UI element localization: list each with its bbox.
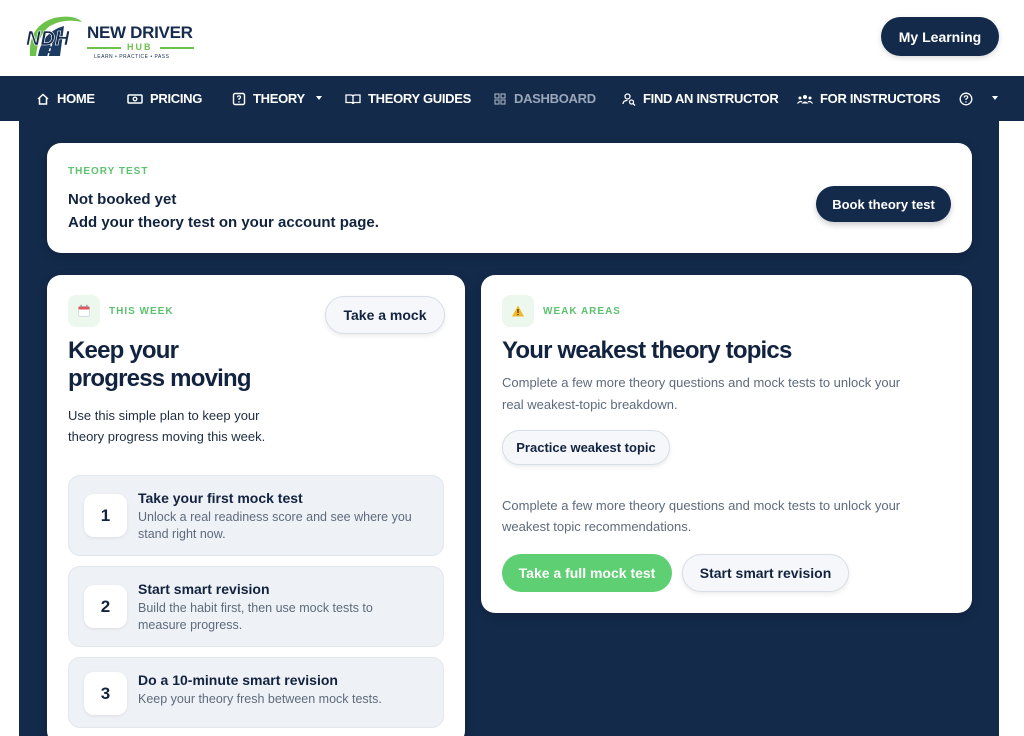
group-icon	[797, 92, 813, 106]
theory-test-status: Not booked yet	[68, 191, 177, 208]
help-dropdown-icon[interactable]	[992, 96, 998, 100]
logo-hub: HUB	[87, 42, 194, 53]
step-desc-line1: Keep your theory fresh between mock test…	[138, 692, 382, 706]
nav-pricing[interactable]: PRICING	[127, 76, 202, 121]
home-icon	[36, 92, 50, 106]
person-search-icon	[622, 92, 636, 106]
nav-theory-guides[interactable]: THEORY GUIDES	[345, 76, 471, 121]
my-learning-button[interactable]: My Learning	[881, 17, 999, 56]
grid-icon	[493, 92, 507, 106]
weak-areas-desc2-line2: weakest topic recommendations.	[502, 519, 692, 534]
weak-areas-title: Your weakest theory topics	[502, 337, 792, 364]
theory-test-card: THEORY TEST Not booked yet Add your theo…	[47, 143, 972, 253]
this-week-desc-line2: theory progress moving this week.	[68, 429, 266, 444]
main-nav: HOME PRICING THEORY THEORY GUIDES DASHBO…	[0, 76, 1024, 121]
help-icon	[959, 92, 973, 106]
step-desc-line2: measure progress.	[138, 618, 243, 632]
start-smart-revision-button[interactable]: Start smart revision	[682, 554, 849, 592]
plan-step-1[interactable]: 1 Take your first mock test Unlock a rea…	[68, 475, 444, 556]
step-title: Take your first mock test	[138, 490, 303, 506]
step-desc-line1: Build the habit first, then use mock tes…	[138, 601, 373, 615]
step-title: Do a 10-minute smart revision	[138, 672, 338, 688]
weak-areas-card: WEAK AREAS Your weakest theory topics Co…	[481, 275, 972, 613]
step-desc-line1: Unlock a real readiness score and see wh…	[138, 510, 412, 524]
site-header: NDH NEW DRIVER HUB LEARN • PRACTICE • PA…	[0, 0, 1024, 76]
book-theory-test-button[interactable]: Book theory test	[816, 186, 951, 222]
nav-theory[interactable]: THEORY	[232, 76, 305, 121]
logo-title: NEW DRIVER	[87, 23, 193, 42]
calendar-icon	[68, 295, 100, 327]
theory-test-message: Add your theory test on your account pag…	[68, 214, 379, 231]
svg-text:NDH: NDH	[26, 28, 70, 50]
logo-mark-icon: NDH	[26, 16, 82, 57]
plan-step-2[interactable]: 2 Start smart revision Build the habit f…	[68, 566, 444, 647]
this-week-eyebrow: THIS WEEK	[109, 306, 174, 317]
warning-icon	[502, 295, 534, 327]
theory-dropdown-icon[interactable]	[316, 96, 322, 100]
quiz-icon	[232, 92, 246, 106]
plan-step-3[interactable]: 3 Do a 10-minute smart revision Keep you…	[68, 657, 444, 728]
nav-home[interactable]: HOME	[36, 76, 95, 121]
weak-areas-desc1-line1: Complete a few more theory questions and…	[502, 375, 901, 390]
take-full-mock-test-button[interactable]: Take a full mock test	[502, 554, 672, 592]
nav-for-instructors[interactable]: FOR INSTRUCTORS	[797, 76, 941, 121]
step-number: 1	[84, 494, 127, 537]
this-week-title-line1: Keep your	[68, 337, 179, 364]
weak-areas-desc1-line2: real weakest-topic breakdown.	[502, 397, 678, 412]
step-title: Start smart revision	[138, 581, 270, 597]
weak-areas-eyebrow: WEAK AREAS	[543, 306, 621, 317]
nav-dashboard[interactable]: DASHBOARD	[493, 76, 596, 121]
theory-test-eyebrow: THEORY TEST	[68, 166, 149, 177]
weak-areas-desc2-line1: Complete a few more theory questions and…	[502, 498, 901, 513]
step-desc-line2: stand right now.	[138, 527, 226, 541]
this-week-card: THIS WEEK Take a mock Keep your progress…	[47, 275, 465, 736]
site-logo[interactable]: NDH NEW DRIVER HUB LEARN • PRACTICE • PA…	[24, 12, 199, 62]
take-a-mock-button[interactable]: Take a mock	[325, 296, 445, 334]
book-icon	[345, 92, 361, 106]
help-menu[interactable]	[959, 76, 980, 121]
practice-weakest-topic-button[interactable]: Practice weakest topic	[502, 430, 670, 465]
this-week-desc-line1: Use this simple plan to keep your	[68, 408, 260, 423]
step-number: 2	[84, 585, 127, 628]
logo-tagline: LEARN • PRACTICE • PASS	[94, 54, 170, 60]
nav-find-instructor[interactable]: FIND AN INSTRUCTOR	[622, 76, 779, 121]
step-number: 3	[84, 672, 127, 715]
ticket-icon	[127, 92, 143, 106]
this-week-title-line2: progress moving	[68, 365, 252, 392]
